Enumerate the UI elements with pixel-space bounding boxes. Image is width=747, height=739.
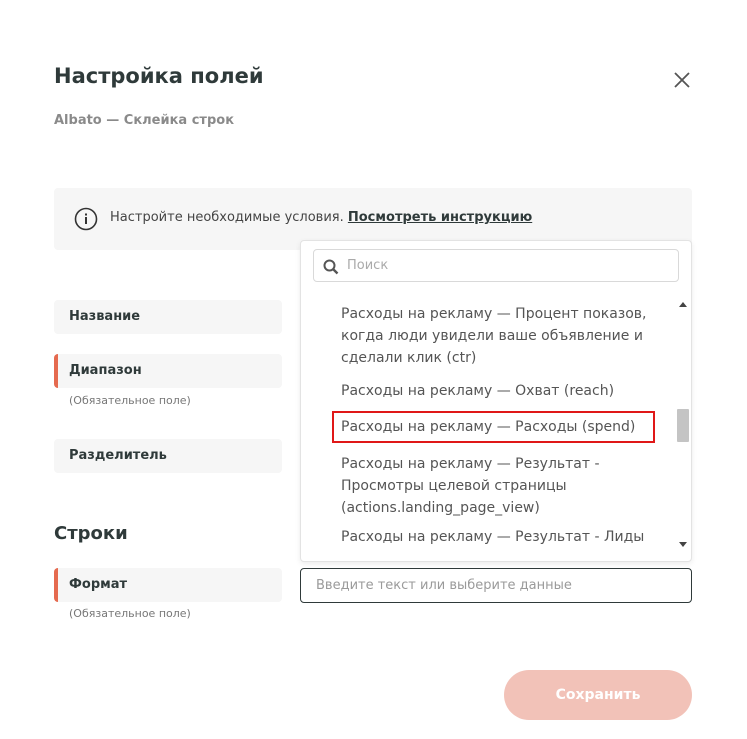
format-input[interactable] bbox=[300, 568, 692, 603]
close-icon[interactable] bbox=[670, 68, 694, 92]
search-input[interactable] bbox=[347, 250, 667, 281]
info-icon bbox=[74, 207, 98, 235]
dialog-title: Настройка полей bbox=[54, 64, 264, 88]
range-required-note: (Обязательное поле) bbox=[69, 394, 191, 407]
instruction-link[interactable]: Посмотреть инструкцию bbox=[348, 210, 532, 225]
options-dropdown: Расходы на рекламу — Процент показов, ко… bbox=[300, 240, 692, 562]
dropdown-option[interactable]: Расходы на рекламу — Охват (reach) bbox=[341, 380, 661, 402]
dropdown-option-highlighted[interactable]: Расходы на рекламу — Расходы (spend) bbox=[332, 411, 655, 443]
save-button[interactable]: Сохранить bbox=[504, 670, 692, 720]
search-icon bbox=[323, 259, 339, 279]
scrollbar-thumb[interactable] bbox=[677, 409, 689, 442]
field-separator-label: Разделитель bbox=[54, 439, 282, 473]
dialog-subtitle: Albato — Склейка строк bbox=[54, 113, 235, 128]
section-title: Строки bbox=[54, 523, 128, 544]
dropdown-option[interactable]: Расходы на рекламу — Результат - Просмот… bbox=[341, 453, 661, 519]
field-format-label: Формат bbox=[54, 568, 282, 602]
info-text: Настройте необходимые условия. Посмотрет… bbox=[110, 210, 533, 225]
dropdown-option[interactable]: Расходы на рекламу — Результат - Лиды bbox=[341, 526, 661, 548]
scroll-down-icon[interactable] bbox=[678, 534, 688, 547]
format-required-note: (Обязательное поле) bbox=[69, 607, 191, 620]
format-text-field[interactable] bbox=[316, 569, 676, 602]
dropdown-search[interactable] bbox=[313, 249, 679, 282]
field-range-label: Диапазон bbox=[54, 354, 282, 388]
scroll-up-icon[interactable] bbox=[678, 295, 688, 307]
dropdown-option[interactable]: Расходы на рекламу — Процент показов, ко… bbox=[341, 303, 661, 369]
field-name-label: Название bbox=[54, 300, 282, 334]
